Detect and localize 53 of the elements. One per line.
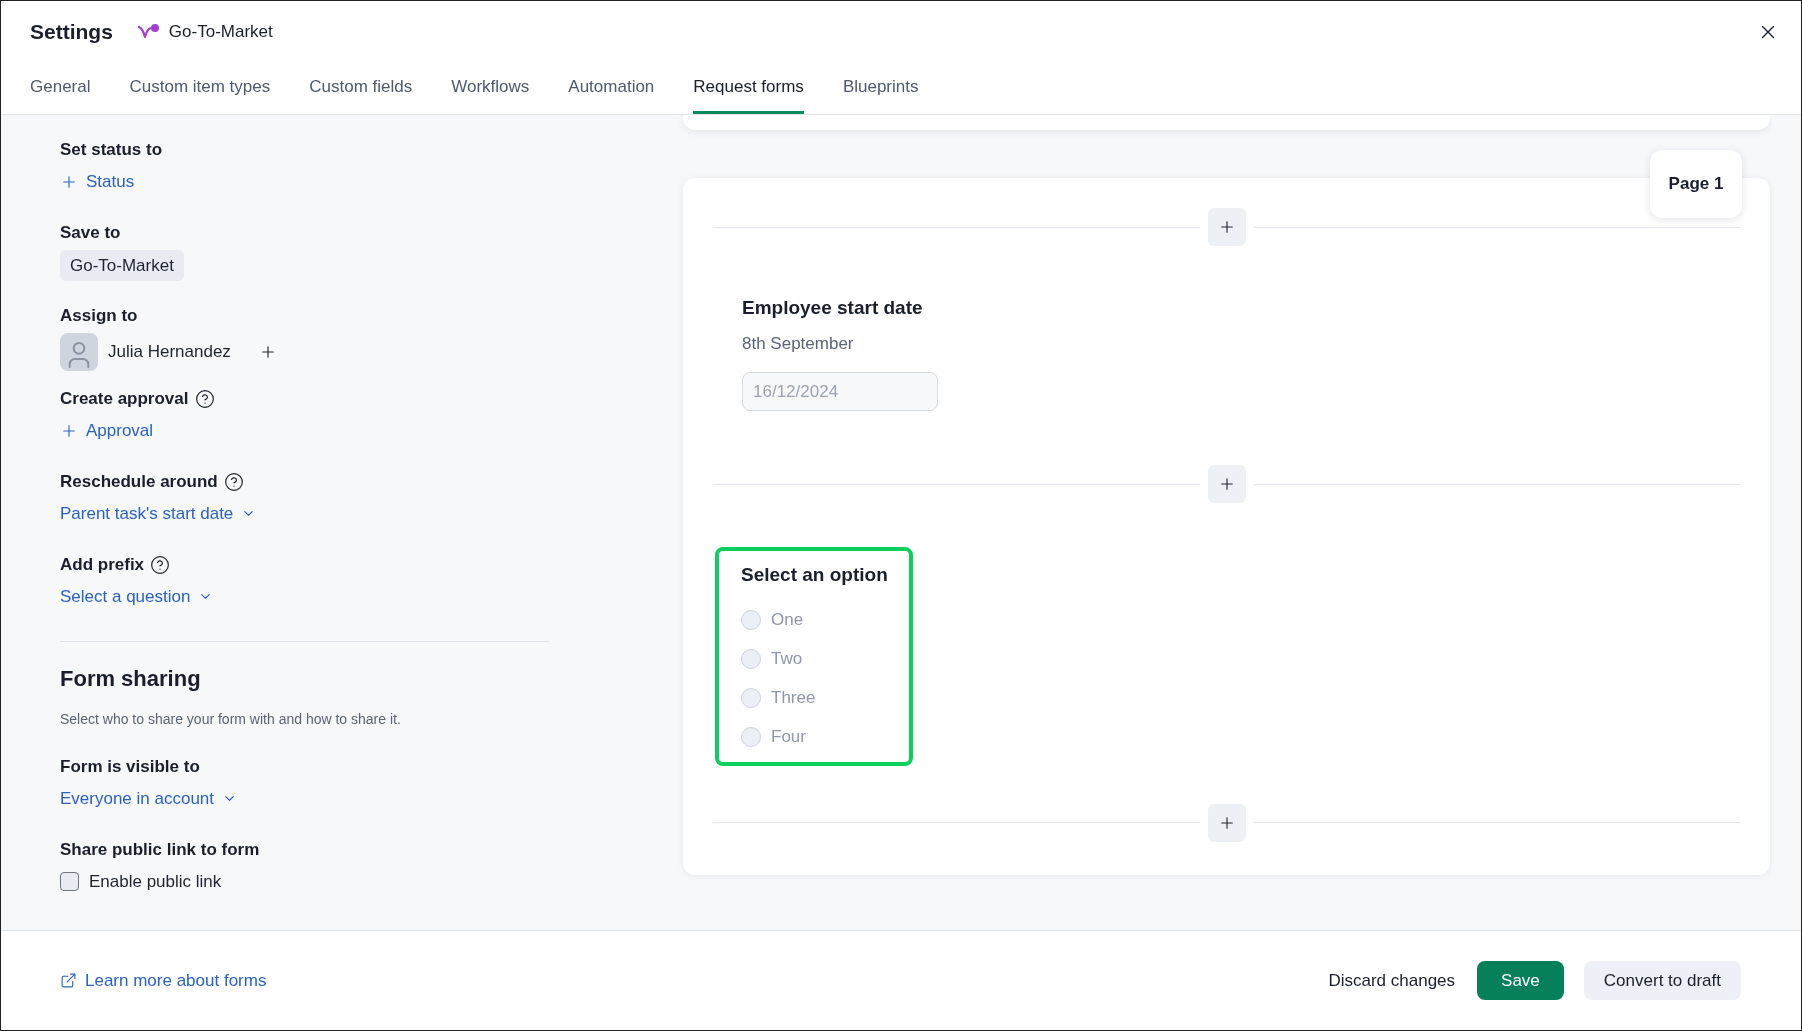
add-question-button[interactable]: [1207, 465, 1246, 503]
convert-button[interactable]: Convert to draft: [1583, 961, 1741, 1000]
tab[interactable]: Custom item types: [129, 62, 271, 114]
setting-label: Share public link to form: [60, 839, 261, 861]
option-label: Four: [771, 726, 806, 749]
date-input-field[interactable]: 16/12/2024: [742, 372, 938, 411]
question-description: 8th September: [742, 332, 855, 355]
add-link[interactable]: Status: [60, 166, 683, 197]
setting-label: Reschedule around: [60, 471, 218, 493]
dropdown-link[interactable]: Parent task's start date: [60, 498, 683, 529]
section-heading: Form sharing: [60, 665, 202, 693]
question-title: Select an option: [741, 563, 889, 587]
dropdown-link[interactable]: Everyone in account: [60, 783, 683, 814]
setting-label: Assign to: [60, 305, 138, 327]
discard-button[interactable]: Discard changes: [1326, 961, 1458, 1000]
question-title: Employee start date: [742, 296, 924, 320]
option-label: Two: [771, 648, 803, 671]
tab[interactable]: General: [30, 62, 91, 114]
radio-button[interactable]: [741, 727, 761, 747]
help-icon[interactable]: [194, 388, 215, 409]
avatar: [60, 332, 98, 371]
workspace-name: Go-To-Market: [168, 20, 273, 43]
setting-label: Save to: [60, 222, 121, 244]
radio-button[interactable]: [741, 688, 761, 708]
help-icon[interactable]: [150, 554, 171, 575]
setting-label: Create approval: [60, 388, 189, 410]
external-link-icon: [60, 972, 77, 989]
option-label: Three: [771, 687, 816, 710]
section-description: Select who to share your form with and how to share it.: [60, 710, 402, 729]
tab[interactable]: Workflows: [451, 62, 530, 114]
setting-label: Add prefix: [60, 554, 145, 576]
save-button[interactable]: Save: [1477, 961, 1564, 1000]
page-badge: Page 1: [1650, 150, 1742, 218]
dropdown-link[interactable]: Select a question: [60, 581, 683, 612]
setting-label: Set status to: [60, 139, 163, 161]
radio-button[interactable]: [741, 649, 761, 669]
tab[interactable]: Automation: [568, 62, 655, 114]
tab[interactable]: Blueprints: [842, 62, 919, 114]
checkbox-label: Enable public link: [89, 870, 222, 893]
setting-label: Form is visible to: [60, 756, 201, 778]
learn-more-link[interactable]: Learn more about forms: [60, 967, 267, 994]
tab[interactable]: Custom fields: [309, 62, 413, 114]
workspace-chip: Go-To-Market: [60, 249, 184, 281]
settings-title: Settings: [30, 18, 113, 45]
workspace-logo-icon: [136, 22, 161, 41]
add-link[interactable]: Approval: [60, 415, 683, 446]
assignee-name: Julia Hernandez: [108, 340, 231, 363]
help-icon[interactable]: [223, 471, 244, 492]
option-label: One: [771, 609, 804, 632]
add-question-button[interactable]: [1207, 208, 1246, 246]
checkbox[interactable]: [60, 872, 79, 891]
radio-button[interactable]: [741, 610, 761, 630]
add-question-button[interactable]: [1207, 803, 1246, 842]
